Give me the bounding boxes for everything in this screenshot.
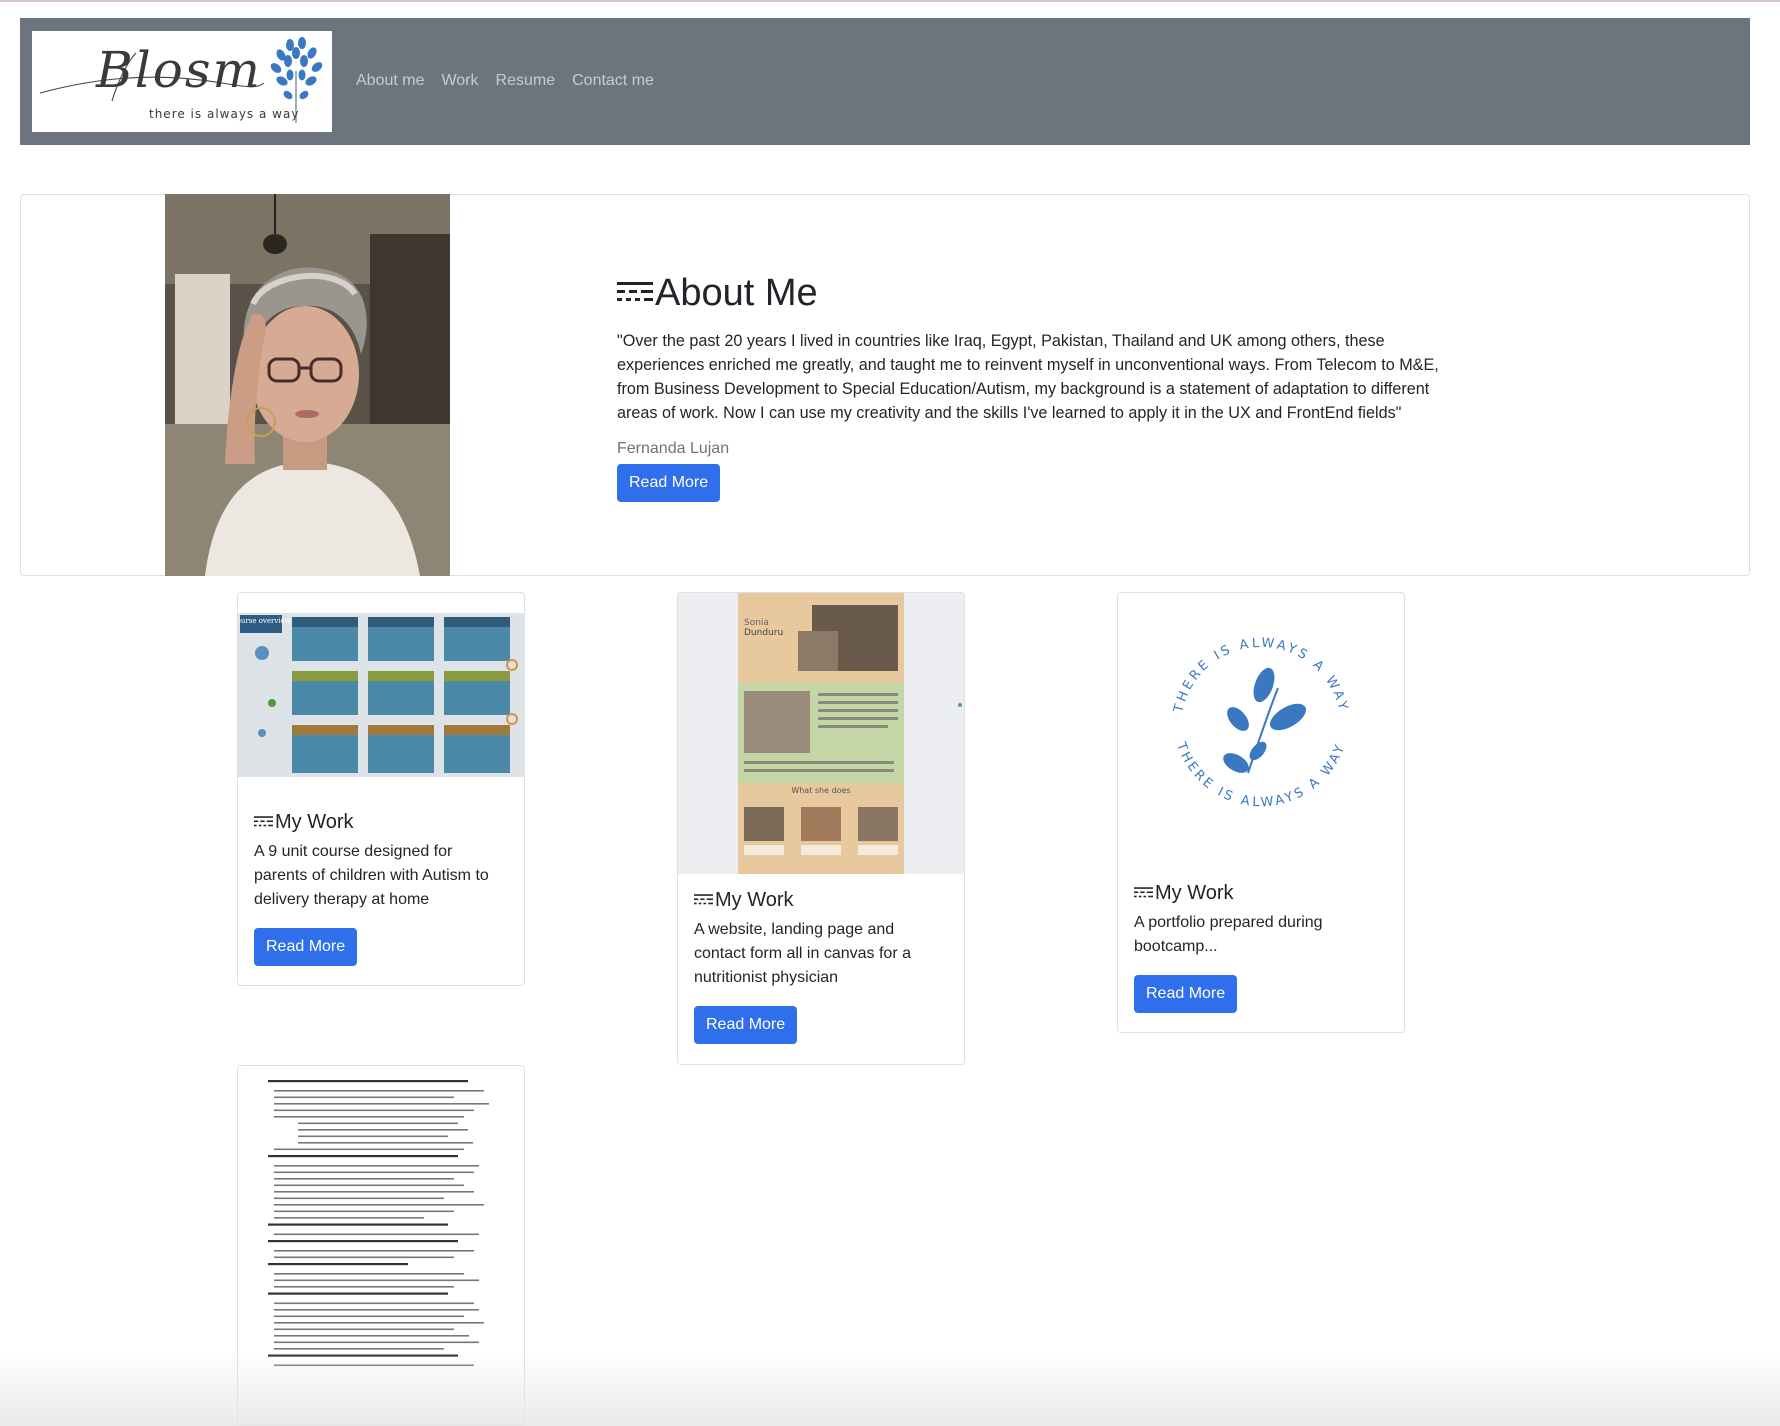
resume-text-line [274,1103,489,1105]
resume-text-line [274,1217,424,1219]
work-card-portfolio: THERE IS ALWAYS A WAY THERE IS ALWAYS A … [1117,592,1405,1033]
resume-text-line [274,1328,454,1331]
website-thumbnail: Sonia Dunduru What she does [678,593,964,874]
work-text: A portfolio prepared during bootcamp... [1134,914,1323,955]
lines-icon [694,889,713,912]
resume-text-line [274,1096,454,1099]
resume-text-line [274,1279,479,1282]
thumbnail-name-2: Dunduru [744,628,783,638]
resume-text-line [274,1178,454,1180]
resume-text-line [274,1256,454,1259]
lines-icon [617,278,653,309]
resume-text-line [274,1250,474,1252]
work-text: A website, landing page and contact form… [694,921,911,986]
resume-text-line [274,1197,444,1200]
resume-text-line [268,1223,448,1226]
brand-name: Blosm [96,41,262,99]
resume-text-line [274,1315,464,1318]
nav-links: About me Work Resume Contact me [356,72,654,90]
resume-text-line [268,1080,468,1083]
resume-text-line [298,1135,448,1138]
resume-text-line [274,1148,464,1151]
work-text: A 9 unit course designed for parents of … [254,843,489,908]
resume-text-line [274,1286,454,1288]
lines-icon [254,811,273,834]
about-card: About Me "Over the past 20 years I lived… [20,194,1750,576]
resume-text-line [268,1155,458,1158]
resume-text-line [274,1165,479,1167]
work-card-course: Course overview [237,592,525,986]
resume-text-line [274,1302,474,1305]
nav-about-me[interactable]: About me [356,72,424,90]
thumbnail-name-1: Sonia [744,618,769,628]
resume-text-line [274,1335,469,1337]
bottom-fade [0,1350,1780,1426]
about-read-more-button[interactable]: Read More [617,463,721,502]
brand-tagline: there is always a way [149,107,300,121]
resume-text-line [274,1109,474,1112]
resume-text-line [298,1122,458,1125]
resume-text-line [274,1090,484,1092]
work-read-more-button[interactable]: Read More [1134,975,1238,1013]
about-author: Fernanda Lujan [617,439,730,457]
work-read-more-button[interactable]: Read More [694,1006,798,1044]
resume-text-line [268,1292,448,1295]
top-border [0,0,1780,2]
lines-icon [1134,882,1153,905]
thumbnail-course-text: Course overview [238,617,291,625]
course-thumbnail: Course overview [238,593,524,777]
resume-text-line [274,1341,479,1344]
portfolio-thumbnail: THERE IS ALWAYS A WAY THERE IS ALWAYS A … [1118,593,1404,865]
resume-text-line [274,1116,464,1118]
work-card-body: My Work A website, landing page and cont… [694,889,950,1044]
resume-text-line [274,1322,484,1324]
work-title: My Work [1155,882,1234,904]
about-title: About Me [655,272,818,314]
work-card-body: My Work A 9 unit course designed for par… [254,811,510,966]
resume-text-line [274,1191,474,1193]
resume-text-line [298,1129,468,1131]
resume-text-line [274,1210,454,1213]
work-read-more-button[interactable]: Read More [254,928,358,966]
resume-text-line [268,1263,408,1266]
nav-work[interactable]: Work [441,72,478,90]
nav-contact-me[interactable]: Contact me [572,72,654,90]
thumbnail-section-title: What she does [791,786,850,795]
work-card-website: Sonia Dunduru What she does My Work A we… [677,592,965,1065]
brand-logo[interactable]: Blosm there is always a way [32,31,332,132]
resume-text-line [274,1171,474,1174]
about-body: About Me "Over the past 20 years I lived… [617,272,1457,502]
navbar: Blosm there is always a way About me Wor… [20,18,1750,145]
profile-photo [165,194,450,576]
resume-text-line [274,1204,484,1206]
nav-resume[interactable]: Resume [496,72,556,90]
work-card-body: My Work A portfolio prepared during boot… [1134,882,1390,1013]
resume-text-line [274,1309,479,1311]
resume-text-line [274,1184,464,1187]
work-title: My Work [275,811,354,833]
resume-text-line [274,1233,479,1236]
about-text: "Over the past 20 years I lived in count… [617,331,1439,422]
resume-text-line [268,1240,458,1243]
resume-text-line [298,1142,473,1144]
resume-text-line [274,1273,464,1275]
work-title: My Work [715,889,794,911]
